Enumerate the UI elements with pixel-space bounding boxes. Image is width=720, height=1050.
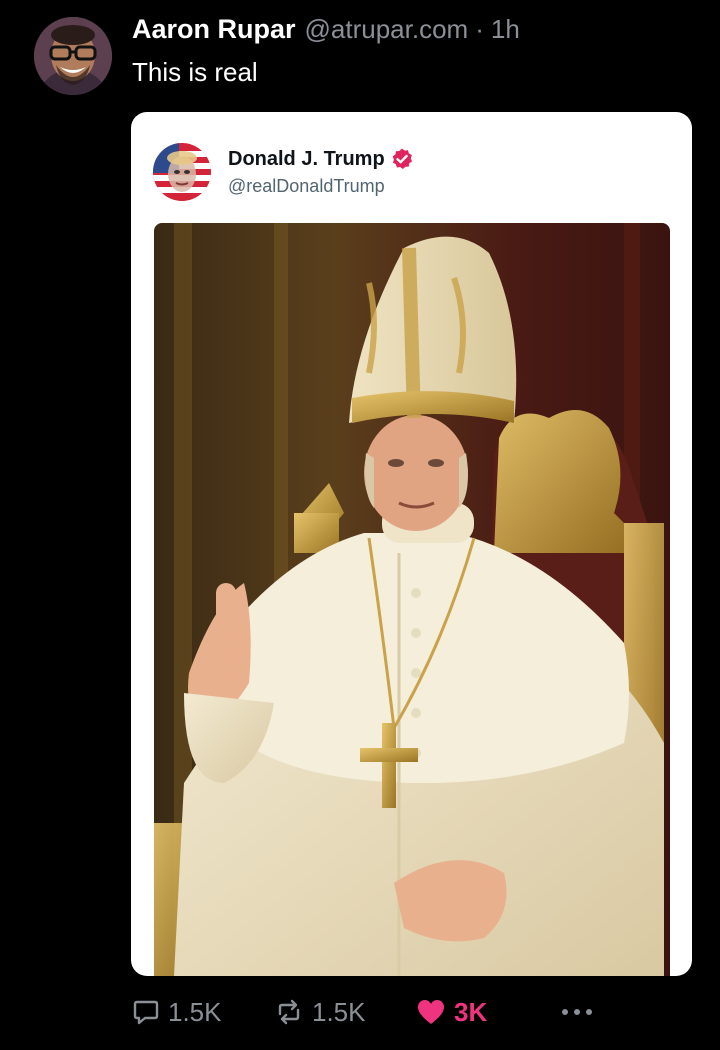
- repost-count: 1.5K: [312, 996, 366, 1027]
- post-header: Aaron Rupar @atrupar.com · 1h: [132, 14, 520, 50]
- quoted-author-handle[interactable]: @realDonaldTrump: [228, 176, 385, 197]
- author-name[interactable]: Aaron Rupar: [132, 14, 296, 45]
- repost-arrows-icon: [278, 999, 300, 1025]
- author-handle[interactable]: @atrupar.com: [305, 14, 469, 45]
- repost-button[interactable]: 1.5K: [274, 990, 366, 1034]
- post[interactable]: Aaron Rupar @atrupar.com · 1h This is re…: [0, 0, 720, 1050]
- reply-bubble-icon: [133, 1000, 159, 1025]
- post-timestamp[interactable]: 1h: [491, 14, 520, 45]
- post-text: This is real: [132, 57, 258, 87]
- quoted-post-card[interactable]: Donald J. Trump @realDonaldTrump: [131, 112, 692, 976]
- post-actions: 1.5K 1.5K 3K: [0, 990, 720, 1034]
- more-options-button[interactable]: [559, 990, 595, 1034]
- quoted-post-image[interactable]: [154, 223, 670, 976]
- quoted-author-avatar[interactable]: [153, 143, 211, 201]
- more-dots-icon: [562, 1009, 592, 1015]
- quoted-author-name[interactable]: Donald J. Trump: [228, 148, 385, 171]
- heart-icon: [418, 1000, 444, 1024]
- author-avatar[interactable]: [34, 17, 112, 95]
- like-button[interactable]: 3K: [416, 990, 487, 1034]
- separator-dot: ·: [475, 14, 484, 44]
- verified-badge-icon: [392, 148, 412, 169]
- reply-count: 1.5K: [168, 996, 222, 1027]
- reply-button[interactable]: 1.5K: [132, 990, 222, 1034]
- like-count: 3K: [454, 996, 488, 1027]
- quoted-author-row: Donald J. Trump: [228, 147, 414, 171]
